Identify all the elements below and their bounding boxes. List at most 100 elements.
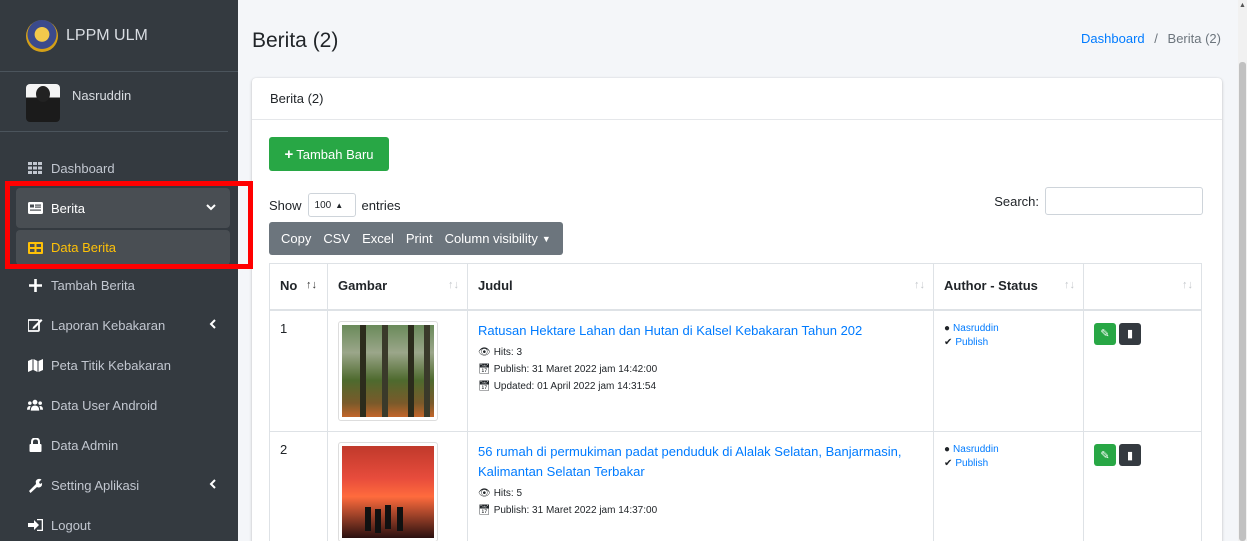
delete-button[interactable]: ▮ — [1119, 322, 1141, 345]
sidebar-item-logout[interactable]: Logout — [16, 505, 230, 541]
column-header-label: Author - Status — [944, 278, 1038, 293]
map-icon — [27, 358, 43, 372]
column-header-author-status[interactable]: Author - Status ↑↓ — [933, 263, 1084, 311]
card-title: Berita (2) — [252, 78, 1222, 120]
author-name: Nasruddin — [953, 444, 999, 455]
scroll-up-arrow-icon[interactable]: ▲ — [1239, 2, 1246, 9]
updated-text: Updated: 01 April 2022 jam 14:31:54 — [493, 380, 657, 392]
berita-table: No ↑↓ Gambar ↑↓ Judul ↑↓ Author - Status… — [269, 263, 1202, 541]
sort-icon: ↑↓ — [1182, 279, 1193, 291]
plus-icon: + — [284, 145, 294, 163]
news-title-link[interactable]: Ratusan Hektare Lahan dan Hutan di Kalse… — [478, 321, 923, 341]
brand-text: LPPM ULM — [66, 26, 148, 44]
column-header-label: Judul — [478, 278, 513, 293]
export-button-group: Copy CSV Excel Print Column visibility ▼ — [269, 222, 563, 255]
breadcrumb-dashboard-link[interactable]: Dashboard — [1081, 31, 1145, 46]
column-visibility-button[interactable]: Column visibility ▼ — [439, 222, 563, 255]
row-author-cell: ● Nasruddin ✔ Publish — [933, 309, 1084, 432]
calendar-icon: 📅︎ — [478, 380, 491, 392]
hits-meta: 👁︎ Hits: 3 — [478, 347, 923, 358]
thumbnail[interactable] — [338, 442, 438, 541]
table-search: Search: — [994, 187, 1203, 215]
hits-text: Hits: 3 — [493, 346, 523, 358]
grid-icon — [27, 161, 43, 175]
updated-meta: 📅︎ Updated: 01 April 2022 jam 14:31:54 — [478, 381, 923, 392]
edit-button[interactable]: ✎ — [1094, 322, 1116, 345]
tambah-baru-label: Tambah Baru — [296, 146, 374, 162]
thumbnail[interactable] — [338, 320, 438, 421]
user-icon: ● — [944, 444, 951, 455]
sidebar-item-label: Logout — [51, 517, 91, 533]
house-fire-image — [342, 446, 434, 538]
publish-meta: 📅︎ Publish: 31 Maret 2022 jam 14:37:00 — [478, 505, 923, 516]
row-number: 1 — [269, 309, 328, 432]
avatar — [26, 84, 60, 122]
sidebar-item-data-admin[interactable]: Data Admin — [16, 425, 230, 465]
excel-button[interactable]: Excel — [356, 222, 400, 255]
publish-text: Publish: 31 Maret 2022 jam 14:42:00 — [493, 363, 658, 375]
check-icon: ✔ — [944, 458, 953, 469]
calendar-check-icon: 📅︎ — [478, 363, 491, 375]
sidebar-item-label: Dashboard — [51, 160, 115, 176]
sidebar-item-data-user-android[interactable]: Data User Android — [16, 385, 230, 425]
user-panel[interactable]: Nasruddin — [0, 72, 228, 132]
eye-icon: 👁︎ — [478, 488, 491, 499]
print-button[interactable]: Print — [400, 222, 439, 255]
author-name: Nasruddin — [953, 322, 999, 334]
table-row: 2 56 rumah di permukiman padat penduduk … — [269, 431, 1202, 541]
chevron-left-icon — [209, 478, 216, 492]
delete-button[interactable]: ▮ — [1119, 444, 1141, 466]
status-link[interactable]: ✔ Publish — [944, 458, 1073, 469]
csv-button[interactable]: CSV — [317, 222, 356, 255]
wrench-icon — [27, 478, 43, 493]
row-actions-cell: ✎ ▮ — [1083, 309, 1202, 432]
copy-button[interactable]: Copy — [269, 222, 317, 255]
row-image-cell — [327, 431, 468, 541]
annotation-highlight-box — [5, 181, 253, 269]
berita-card: Berita (2) + Tambah Baru Show 100 ▲︎ ent… — [252, 78, 1222, 541]
select-arrows-icon: ▲︎ — [335, 200, 344, 210]
search-label: Search: — [994, 193, 1039, 209]
plus-icon — [27, 278, 43, 292]
author-link[interactable]: ● Nasruddin — [944, 444, 1073, 455]
status-text: Publish — [955, 458, 989, 469]
sidebar-item-peta-titik-kebakaran[interactable]: Peta Titik Kebakaran — [16, 345, 230, 385]
sidebar-item-label: Tambah Berita — [51, 277, 135, 293]
column-header-judul[interactable]: Judul ↑↓ — [467, 263, 934, 311]
column-header-no[interactable]: No ↑↓ — [269, 263, 328, 311]
row-image-cell — [327, 309, 468, 432]
breadcrumb-current: Berita (2) — [1167, 31, 1221, 46]
breadcrumb: Dashboard / Berita (2) — [1081, 31, 1221, 46]
calendar-check-icon: 📅︎ — [478, 505, 491, 516]
tambah-baru-button[interactable]: + Tambah Baru — [269, 137, 389, 171]
row-title-cell: Ratusan Hektare Lahan dan Hutan di Kalse… — [467, 309, 934, 432]
brand-link[interactable]: LPPM ULM — [0, 0, 238, 72]
search-input[interactable] — [1045, 187, 1203, 215]
sidebar-item-setting-aplikasi[interactable]: Setting Aplikasi — [16, 465, 230, 505]
table-row: 1 Ratusan Hektare Lahan dan Hutan di Kal… — [269, 309, 1202, 432]
publish-meta: 📅︎ Publish: 31 Maret 2022 jam 14:42:00 — [478, 364, 923, 375]
sidebar-item-label: Setting Aplikasi — [51, 477, 140, 493]
author-link[interactable]: ● Nasruddin — [944, 323, 1073, 334]
page-scrollbar[interactable]: ▲ — [1238, 0, 1247, 541]
news-title-link[interactable]: 56 rumah di permukiman padat penduduk di… — [478, 442, 923, 482]
column-visibility-label: Column visibility — [444, 231, 538, 246]
column-header-actions[interactable]: ↑↓ — [1083, 263, 1202, 311]
trash-icon: ▮ — [1126, 449, 1134, 462]
status-text: Publish — [955, 336, 989, 348]
scrollbar-thumb[interactable] — [1239, 62, 1246, 541]
sidebar-item-laporan-kebakaran[interactable]: Laporan Kebakaran — [16, 305, 230, 345]
breadcrumb-separator: / — [1154, 31, 1158, 46]
column-header-gambar[interactable]: Gambar ↑↓ — [327, 263, 468, 311]
entries-select[interactable]: 100 ▲︎ — [307, 193, 356, 217]
trash-icon: ▮ — [1126, 328, 1134, 340]
entries-label: entries — [361, 197, 401, 213]
sidebar-item-tambah-berita[interactable]: Tambah Berita — [16, 265, 230, 305]
hits-meta: 👁︎ Hits: 5 — [478, 488, 923, 499]
caret-down-icon: ▼ — [541, 233, 551, 244]
sort-icon: ↑↓ — [1064, 279, 1075, 291]
column-header-label: Gambar — [338, 278, 388, 293]
sidebar-item-label: Data User Android — [51, 397, 158, 413]
status-link[interactable]: ✔ Publish — [944, 337, 1073, 348]
edit-button[interactable]: ✎ — [1094, 444, 1116, 466]
